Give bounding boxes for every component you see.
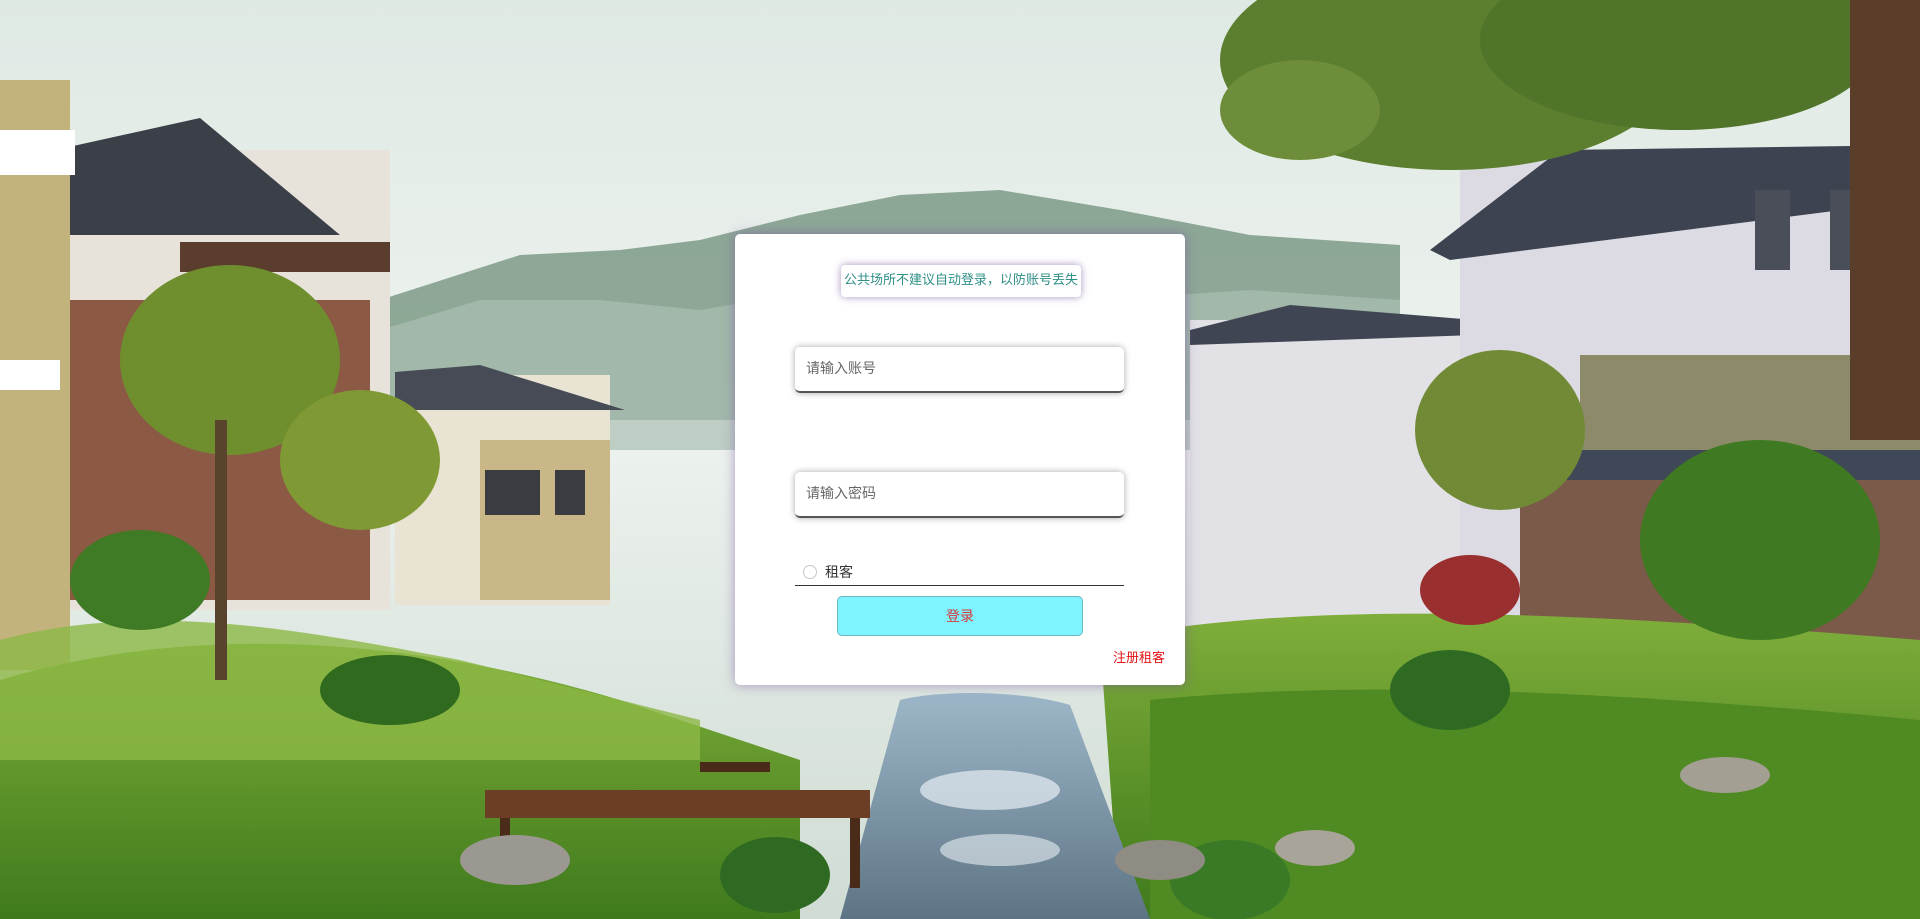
- login-card: 公共场所不建议自动登录，以防账号丢失 租客 登录 注册租客: [735, 234, 1185, 685]
- password-input[interactable]: [795, 472, 1124, 516]
- role-radio[interactable]: [803, 565, 817, 579]
- register-tenant-link[interactable]: 注册租客: [1113, 647, 1165, 666]
- account-field: [795, 347, 1124, 393]
- account-input[interactable]: [795, 347, 1124, 391]
- security-notice: 公共场所不建议自动登录，以防账号丢失: [841, 265, 1081, 297]
- role-option-tenant[interactable]: 租客: [795, 559, 1124, 586]
- password-field: [795, 472, 1124, 518]
- login-button[interactable]: 登录: [837, 596, 1083, 636]
- role-label: 租客: [825, 565, 853, 581]
